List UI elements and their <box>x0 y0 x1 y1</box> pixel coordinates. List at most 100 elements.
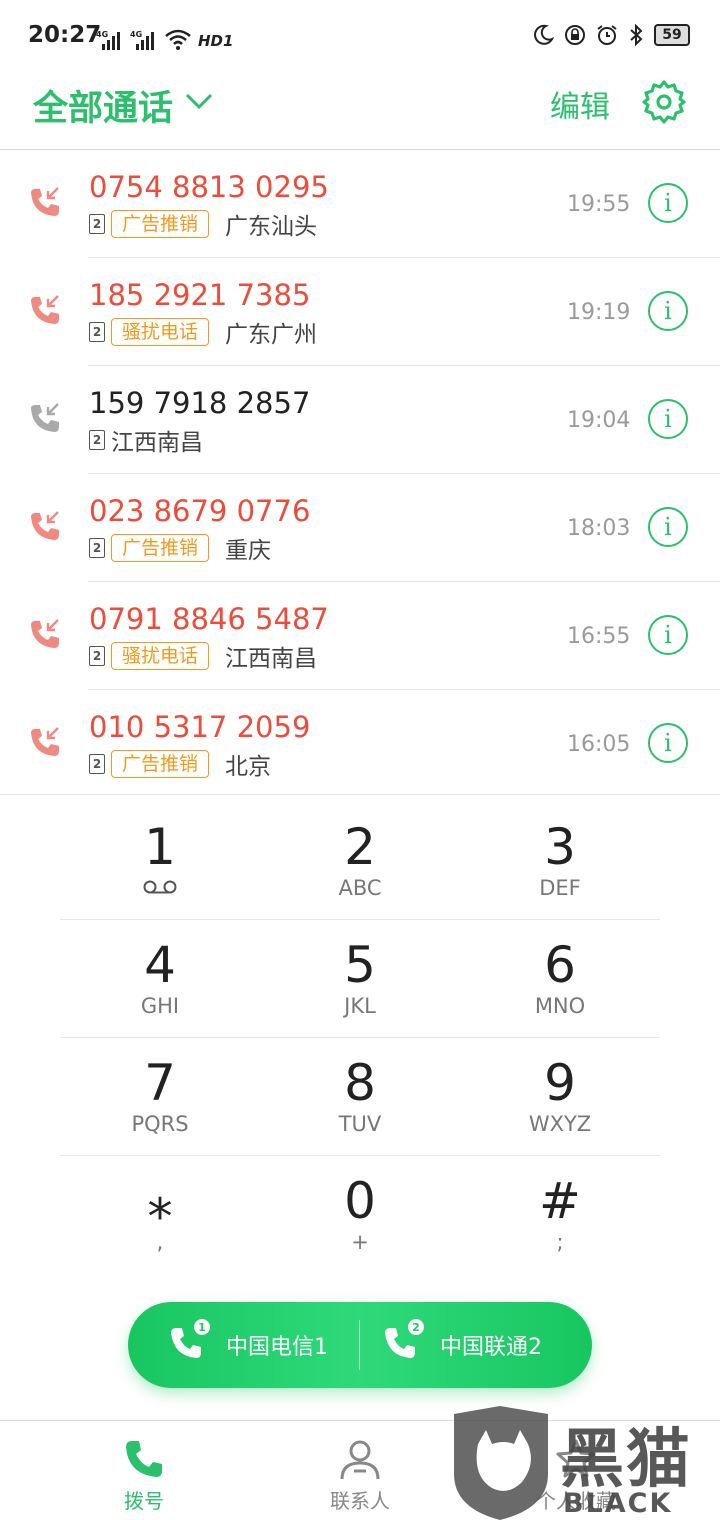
call-details: 2 广告推销 北京 <box>89 750 272 780</box>
call-log-row[interactable]: 023 8679 0776 2 广告推销 重庆 18:03 i <box>0 474 720 582</box>
info-icon[interactable]: i <box>648 291 688 331</box>
sim-2-icon: 2 <box>89 430 105 450</box>
call-log-row[interactable]: 159 7918 2857 2 江西南昌 19:04 i <box>0 366 720 474</box>
key-digit: 4 <box>144 936 176 994</box>
dialpad-key[interactable]: 1 <box>60 799 260 917</box>
key-digit: # <box>539 1172 581 1230</box>
key-digit: 5 <box>344 936 376 994</box>
phone-icon: 1 <box>168 1319 210 1365</box>
incoming-call-icon <box>31 403 59 432</box>
call-details: 2 广告推销 广东汕头 <box>89 210 318 240</box>
sim-2-icon: 2 <box>89 754 105 774</box>
call-time: 18:03 <box>567 516 631 541</box>
dialpad-key[interactable]: 5 JKL <box>260 917 460 1035</box>
call-details: 2 广告推销 重庆 <box>89 534 271 564</box>
call-location: 广东汕头 <box>225 214 318 240</box>
call-log-row[interactable]: 010 5317 2059 2 广告推销 北京 16:05 i <box>0 690 720 794</box>
gear-icon[interactable] <box>640 78 688 126</box>
sim-2-icon: 2 <box>89 214 105 234</box>
call-log-row[interactable]: 0754 8813 0295 2 广告推销 广东汕头 19:55 i <box>0 150 720 258</box>
call-time: 19:55 <box>567 192 631 217</box>
call-details: 2 江西南昌 <box>89 426 203 456</box>
key-digit: 6 <box>544 936 576 994</box>
key-letters: ABC <box>338 876 382 900</box>
battery-indicator: 59 <box>654 24 690 46</box>
key-letters: DEF <box>539 876 581 900</box>
call-location: 北京 <box>225 754 272 780</box>
key-digit: 1 <box>144 818 176 876</box>
info-icon[interactable]: i <box>648 507 688 547</box>
dialpad-key[interactable]: 7 PQRS <box>60 1035 260 1153</box>
key-letters: PQRS <box>131 1112 189 1136</box>
call-sim1-button[interactable]: 1 中国电信1 <box>168 1302 328 1388</box>
nav-contacts[interactable]: 联系人 <box>240 1421 480 1520</box>
status-left-icons: 4G 4G HD1 <box>96 24 233 50</box>
cat-logo-icon <box>454 1406 548 1520</box>
call-log-row[interactable]: 185 2921 7385 2 骚扰电话 广东广州 19:19 i <box>0 258 720 366</box>
status-right-icons: 59 <box>532 24 690 46</box>
status-bar: 20:27 4G 4G HD1 59 <box>0 0 720 72</box>
call-log-row[interactable]: 0791 8846 5487 2 骚扰电话 江西南昌 16:55 i <box>0 582 720 690</box>
key-digit: ⁎ <box>147 1172 173 1230</box>
spam-tag-badge: 广告推销 <box>111 534 210 562</box>
key-letters: , <box>156 1230 164 1254</box>
call-sim2-button[interactable]: 2 中国联通2 <box>382 1302 542 1388</box>
dialpad-key[interactable]: 4 GHI <box>60 917 260 1035</box>
key-letters: JKL <box>344 994 376 1018</box>
sim2-label: 中国联通2 <box>440 1335 542 1360</box>
info-icon[interactable]: i <box>648 723 688 763</box>
call-time: 19:19 <box>567 300 631 325</box>
call-number: 0754 8813 0295 <box>89 170 329 204</box>
call-details: 2 骚扰电话 江西南昌 <box>89 642 317 672</box>
edit-button[interactable]: 编辑 <box>550 82 610 126</box>
info-icon[interactable]: i <box>648 615 688 655</box>
dialpad-key[interactable]: 3 DEF <box>460 799 660 917</box>
bluetooth-icon <box>630 24 643 46</box>
dialpad-key[interactable]: 6 MNO <box>460 917 660 1035</box>
sim-2-icon: 2 <box>89 646 105 666</box>
dialpad-key[interactable]: ⁎, <box>60 1153 260 1271</box>
spam-tag-badge: 骚扰电话 <box>111 642 210 670</box>
dialpad-key[interactable]: 2 ABC <box>260 799 460 917</box>
moon-icon <box>534 24 554 45</box>
dialpad-key[interactable]: 9 WXYZ <box>460 1035 660 1153</box>
phone-icon <box>126 1441 162 1477</box>
chevron-down-icon[interactable] <box>184 86 214 116</box>
wifi-icon <box>165 29 191 50</box>
call-number: 0791 8846 5487 <box>89 602 329 636</box>
dialpad-key[interactable]: #; <box>460 1153 660 1271</box>
sim-2-icon: 2 <box>89 322 105 342</box>
alarm-icon <box>597 25 617 45</box>
call-location: 广东广州 <box>225 322 318 348</box>
key-digit: 0 <box>344 1172 376 1230</box>
call-log-list[interactable]: 0754 8813 0295 2 广告推销 广东汕头 19:55 i 185 2921 73… <box>0 150 720 794</box>
call-time: 16:05 <box>567 732 631 757</box>
key-letters: WXYZ <box>528 1112 592 1136</box>
hd-icon: HD1 <box>198 32 234 50</box>
call-filter-title[interactable]: 全部通话 <box>33 80 173 131</box>
incoming-call-icon <box>31 727 59 756</box>
dialpad-key[interactable]: 8 TUV <box>260 1035 460 1153</box>
key-letters: + <box>351 1230 369 1254</box>
incoming-call-icon <box>31 187 59 216</box>
phone-icon: 2 <box>382 1319 424 1365</box>
spam-tag-badge: 广告推销 <box>111 210 210 238</box>
call-time: 19:04 <box>567 408 631 433</box>
call-number: 159 7918 2857 <box>89 386 311 420</box>
nav-dial[interactable]: 拨号 <box>24 1421 264 1520</box>
incoming-call-icon <box>31 619 59 648</box>
call-details: 2 骚扰电话 广东广州 <box>89 318 318 348</box>
key-letters: ; <box>556 1230 564 1254</box>
call-number: 023 8679 0776 <box>89 494 311 528</box>
call-number: 010 5317 2059 <box>89 710 311 744</box>
key-digit: 2 <box>344 818 376 876</box>
key-letters: TUV <box>338 1112 382 1136</box>
call-time: 16:55 <box>567 624 631 649</box>
info-icon[interactable]: i <box>648 399 688 439</box>
key-digit: 7 <box>144 1054 176 1112</box>
watermark-text: 黑猫 <box>560 1423 692 1497</box>
spam-tag-badge: 广告推销 <box>111 750 210 778</box>
signal-1-icon: 4G <box>96 30 120 50</box>
dialpad-key[interactable]: 0 + <box>260 1153 460 1271</box>
info-icon[interactable]: i <box>648 183 688 223</box>
